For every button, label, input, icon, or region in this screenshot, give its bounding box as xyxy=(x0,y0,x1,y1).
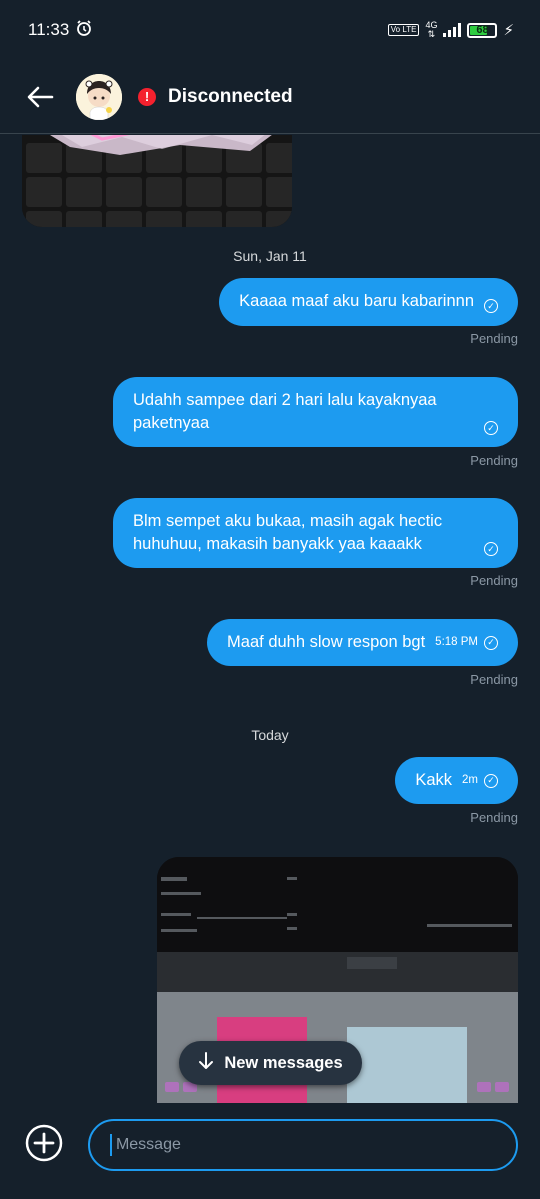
new-messages-label: New messages xyxy=(224,1053,343,1072)
new-messages-button[interactable]: New messages xyxy=(179,1041,362,1085)
data-arrows-icon: ⇅ xyxy=(427,29,436,39)
status-left: 11:33 xyxy=(28,19,93,42)
charging-icon: ⚡ xyxy=(503,22,514,39)
check-circle-icon: ✓ xyxy=(484,773,498,788)
message-status: Pending xyxy=(470,672,518,687)
message-meta: ✓ xyxy=(484,421,498,435)
date-separator: Sun, Jan 11 xyxy=(233,248,307,264)
message-bubble[interactable]: Maaf duhh slow respon bgt 5:18 PM ✓ xyxy=(207,619,518,666)
message-text: Kakk xyxy=(415,771,453,789)
message-status: Pending xyxy=(470,573,518,588)
battery-icon: 68 xyxy=(467,22,498,38)
message-list[interactable]: Sun, Jan 11 Kaaaa maaf aku baru kabarinn… xyxy=(0,135,540,1103)
check-circle-icon: ✓ xyxy=(484,299,498,313)
check-circle-icon: ✓ xyxy=(484,542,498,556)
status-right: Vo LTE 4G ⇅ 68 ⚡ xyxy=(387,21,514,39)
alarm-icon xyxy=(75,19,93,42)
message-bubble[interactable]: Blm sempet aku bukaa, masih agak hectic … xyxy=(113,498,518,568)
arrow-down-icon xyxy=(198,1051,214,1075)
avatar[interactable] xyxy=(76,73,122,120)
message-text: Udahh sampee dari 2 hari lalu kayaknyaa … xyxy=(133,391,437,432)
message-bubble[interactable]: Kakk 2m ✓ xyxy=(395,757,518,804)
message-input-wrapper xyxy=(88,1119,518,1171)
text-caret xyxy=(110,1134,112,1156)
alert-symbol: ! xyxy=(144,89,150,104)
check-circle-icon: ✓ xyxy=(484,635,498,650)
message-text: Maaf duhh slow respon bgt xyxy=(227,633,426,651)
message-status: Pending xyxy=(470,810,518,825)
message-input[interactable] xyxy=(113,1135,496,1155)
message-bubble[interactable]: Kaaaa maaf aku baru kabarinnn ✓ xyxy=(219,278,518,326)
volte-badge: Vo LTE xyxy=(387,24,420,36)
date-separator: Today xyxy=(251,727,289,743)
message-meta: ✓ xyxy=(484,299,498,313)
message-meta: 2m ✓ xyxy=(462,769,498,792)
message-time: 2m xyxy=(462,774,478,786)
status-bar: 11:33 Vo LTE 4G ⇅ 68 ⚡ xyxy=(0,0,540,60)
composer xyxy=(0,1103,540,1199)
message-meta: ✓ xyxy=(484,542,498,556)
add-circle-icon[interactable] xyxy=(24,1123,64,1163)
back-arrow-icon[interactable] xyxy=(20,77,60,117)
message-text: Blm sempet aku bukaa, masih agak hectic … xyxy=(133,512,443,553)
signal-icon xyxy=(443,23,462,37)
message-meta: 5:18 PM ✓ xyxy=(435,631,498,654)
battery-level: 68 xyxy=(476,24,489,36)
status-time: 11:33 xyxy=(28,20,70,39)
check-circle-icon: ✓ xyxy=(484,421,498,435)
network-indicator: 4G ⇅ xyxy=(425,21,437,39)
message-time: 5:18 PM xyxy=(435,636,478,648)
message-bubble[interactable]: Udahh sampee dari 2 hari lalu kayaknyaa … xyxy=(113,377,518,447)
message-status: Pending xyxy=(470,453,518,468)
conversation-header: ! Disconnected xyxy=(0,60,540,134)
page-title: Disconnected xyxy=(168,85,293,107)
message-text: Kaaaa maaf aku baru kabarinnn xyxy=(239,292,474,310)
alert-icon: ! xyxy=(138,87,156,106)
message-status: Pending xyxy=(470,331,518,346)
image-attachment-top[interactable] xyxy=(22,135,292,227)
